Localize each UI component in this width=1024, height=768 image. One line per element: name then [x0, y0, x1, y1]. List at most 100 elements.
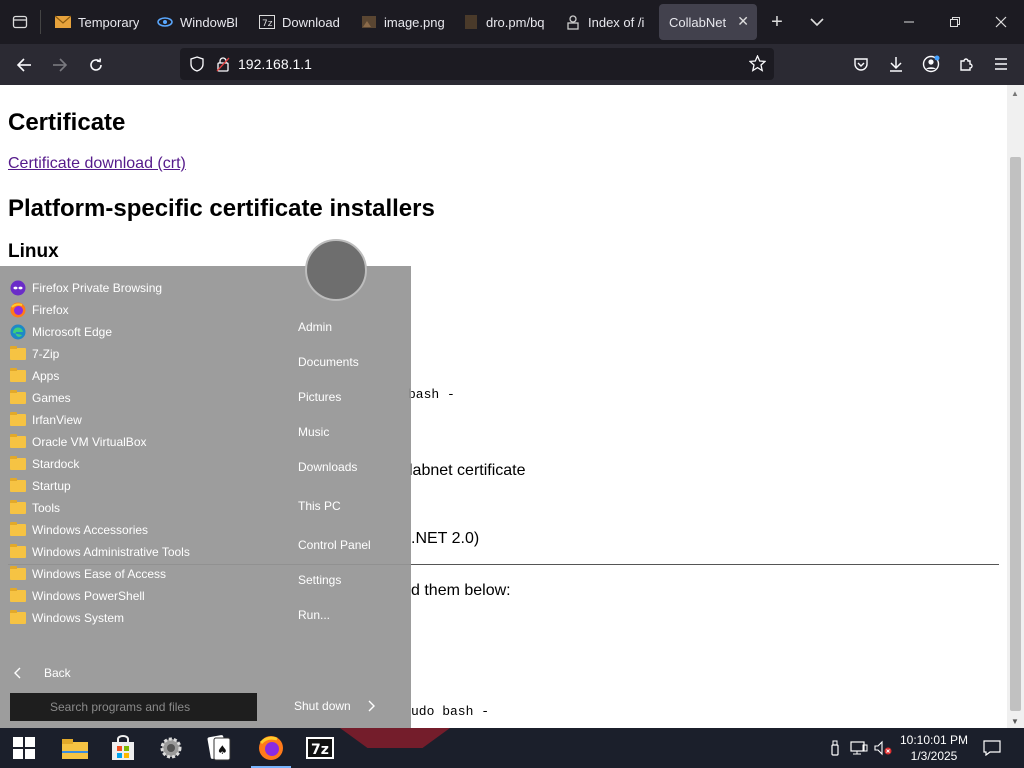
program-folder[interactable]: Tools: [10, 497, 60, 519]
program-folder[interactable]: Startup: [10, 475, 71, 497]
notification-icon[interactable]: [978, 728, 1006, 768]
shield-icon[interactable]: [190, 56, 204, 72]
start-item-admin[interactable]: Admin: [298, 320, 332, 334]
clock[interactable]: 10:10:01 PM 1/3/2025: [898, 732, 970, 764]
tab-list-icon[interactable]: [0, 0, 40, 44]
program-edge[interactable]: Microsoft Edge: [10, 321, 112, 343]
tab-collabnet[interactable]: CollabNet ✕: [659, 4, 757, 40]
lock-icon[interactable]: [216, 56, 230, 72]
forward-button[interactable]: [42, 47, 78, 83]
folder-icon: [10, 456, 26, 472]
start-button[interactable]: [0, 728, 48, 768]
program-folder[interactable]: Windows System: [10, 607, 124, 629]
tab-title: CollabNet: [669, 14, 727, 30]
start-search-input[interactable]: Search programs and files: [10, 693, 257, 721]
tab-windowblinds[interactable]: WindowBl: [149, 4, 251, 40]
scroll-thumb[interactable]: [1010, 157, 1021, 711]
text-fragment: .NET 2.0): [411, 530, 480, 547]
list-all-tabs-button[interactable]: [797, 0, 837, 44]
url-bar[interactable]: 192.168.1.1: [180, 48, 774, 80]
taskbar-7zip[interactable]: 7z: [296, 728, 344, 768]
tab-title: Download: [282, 14, 340, 30]
star-icon[interactable]: [749, 55, 766, 72]
tab-drop[interactable]: dro.pm/bq: [455, 4, 557, 40]
extensions-icon[interactable]: [948, 46, 983, 82]
installers-heading: Platform-specific certificate installers: [8, 195, 435, 222]
program-firefox[interactable]: Firefox: [10, 299, 69, 321]
tab-temporary[interactable]: Temporary: [47, 4, 149, 40]
navigation-bar: 192.168.1.1: [0, 44, 1024, 85]
program-folder[interactable]: Apps: [10, 365, 59, 387]
start-item-control-panel[interactable]: Control Panel: [298, 538, 371, 552]
restore-button[interactable]: [932, 0, 978, 44]
taskbar-settings[interactable]: [147, 728, 195, 768]
program-folder[interactable]: Windows Accessories: [10, 519, 148, 541]
account-icon[interactable]: [913, 46, 948, 82]
volume-muted-icon[interactable]: [872, 728, 894, 768]
scroll-up-icon[interactable]: ▲: [1011, 89, 1019, 98]
program-folder[interactable]: Games: [10, 387, 71, 409]
user-avatar[interactable]: [305, 239, 367, 301]
arrow-left-icon: [16, 57, 31, 72]
page-icon: [463, 14, 479, 30]
command-fragment: udo bash -: [411, 704, 490, 719]
image-icon: [361, 14, 377, 30]
network-icon[interactable]: [848, 728, 870, 768]
tab-download[interactable]: 7z Download: [251, 4, 353, 40]
url-text[interactable]: 192.168.1.1: [238, 56, 312, 72]
search-placeholder: Search programs and files: [50, 700, 191, 714]
page-scrollbar[interactable]: ▲ ▼: [1007, 85, 1024, 728]
certificate-download-link[interactable]: Certificate download (crt): [8, 155, 186, 173]
close-window-button[interactable]: [978, 0, 1024, 44]
tab-title: Index of /i: [588, 14, 645, 30]
start-item-music[interactable]: Music: [298, 425, 329, 439]
new-tab-button[interactable]: +: [757, 0, 797, 44]
shutdown-button[interactable]: Shut down: [294, 699, 375, 713]
back-button[interactable]: Back: [14, 666, 71, 680]
program-folder[interactable]: Oracle VM VirtualBox: [10, 431, 147, 453]
start-item-settings[interactable]: Settings: [298, 573, 341, 587]
back-button[interactable]: [6, 47, 42, 83]
server-icon: [565, 14, 581, 30]
program-folder[interactable]: Windows Administrative Tools: [10, 541, 190, 563]
start-item-documents[interactable]: Documents: [298, 355, 359, 369]
taskbar-solitaire[interactable]: ♠: [195, 728, 243, 768]
menu-icon[interactable]: [983, 46, 1018, 82]
folder-icon: [10, 500, 26, 516]
start-item-this-pc[interactable]: This PC: [298, 499, 341, 513]
start-item-run[interactable]: Run...: [298, 608, 330, 622]
chevron-down-icon: [810, 18, 824, 27]
usb-icon[interactable]: [826, 728, 844, 768]
program-folder[interactable]: IrfanView: [10, 409, 82, 431]
minimize-button[interactable]: [886, 0, 932, 44]
folder-icon: [10, 346, 26, 362]
program-folder[interactable]: Stardock: [10, 453, 79, 475]
program-label: Apps: [32, 369, 60, 383]
start-item-downloads[interactable]: Downloads: [298, 460, 357, 474]
taskbar-file-explorer[interactable]: [51, 728, 99, 768]
program-folder[interactable]: Windows PowerShell: [10, 585, 145, 607]
taskbar-firefox[interactable]: [247, 728, 295, 768]
tab-index[interactable]: Index of /i: [557, 4, 659, 40]
start-item-pictures[interactable]: Pictures: [298, 390, 341, 404]
tab-bar: Temporary WindowBl 7z Download image.png…: [0, 0, 1024, 44]
program-label: Games: [32, 391, 71, 405]
program-folder[interactable]: 7-Zip: [10, 343, 59, 365]
reload-button[interactable]: [78, 47, 114, 83]
firefox-icon: [259, 736, 283, 760]
close-tab-icon[interactable]: ✕: [737, 13, 749, 30]
pocket-icon[interactable]: [843, 46, 878, 82]
taskbar-store[interactable]: [99, 728, 147, 768]
scroll-down-icon[interactable]: ▼: [1011, 717, 1019, 726]
folder-icon: [10, 368, 26, 384]
clock-time: 10:10:01 PM: [899, 733, 969, 747]
program-folder[interactable]: Windows Ease of Access: [10, 563, 166, 585]
tab-image[interactable]: image.png: [353, 4, 455, 40]
chevron-right-icon[interactable]: [367, 700, 375, 712]
downloads-icon[interactable]: [878, 46, 913, 82]
firefox-icon: [10, 302, 26, 318]
folder-icon: [10, 544, 26, 560]
linux-heading: Linux: [8, 241, 59, 262]
folder-icon: [10, 522, 26, 538]
program-firefox-private[interactable]: Firefox Private Browsing: [10, 277, 162, 299]
